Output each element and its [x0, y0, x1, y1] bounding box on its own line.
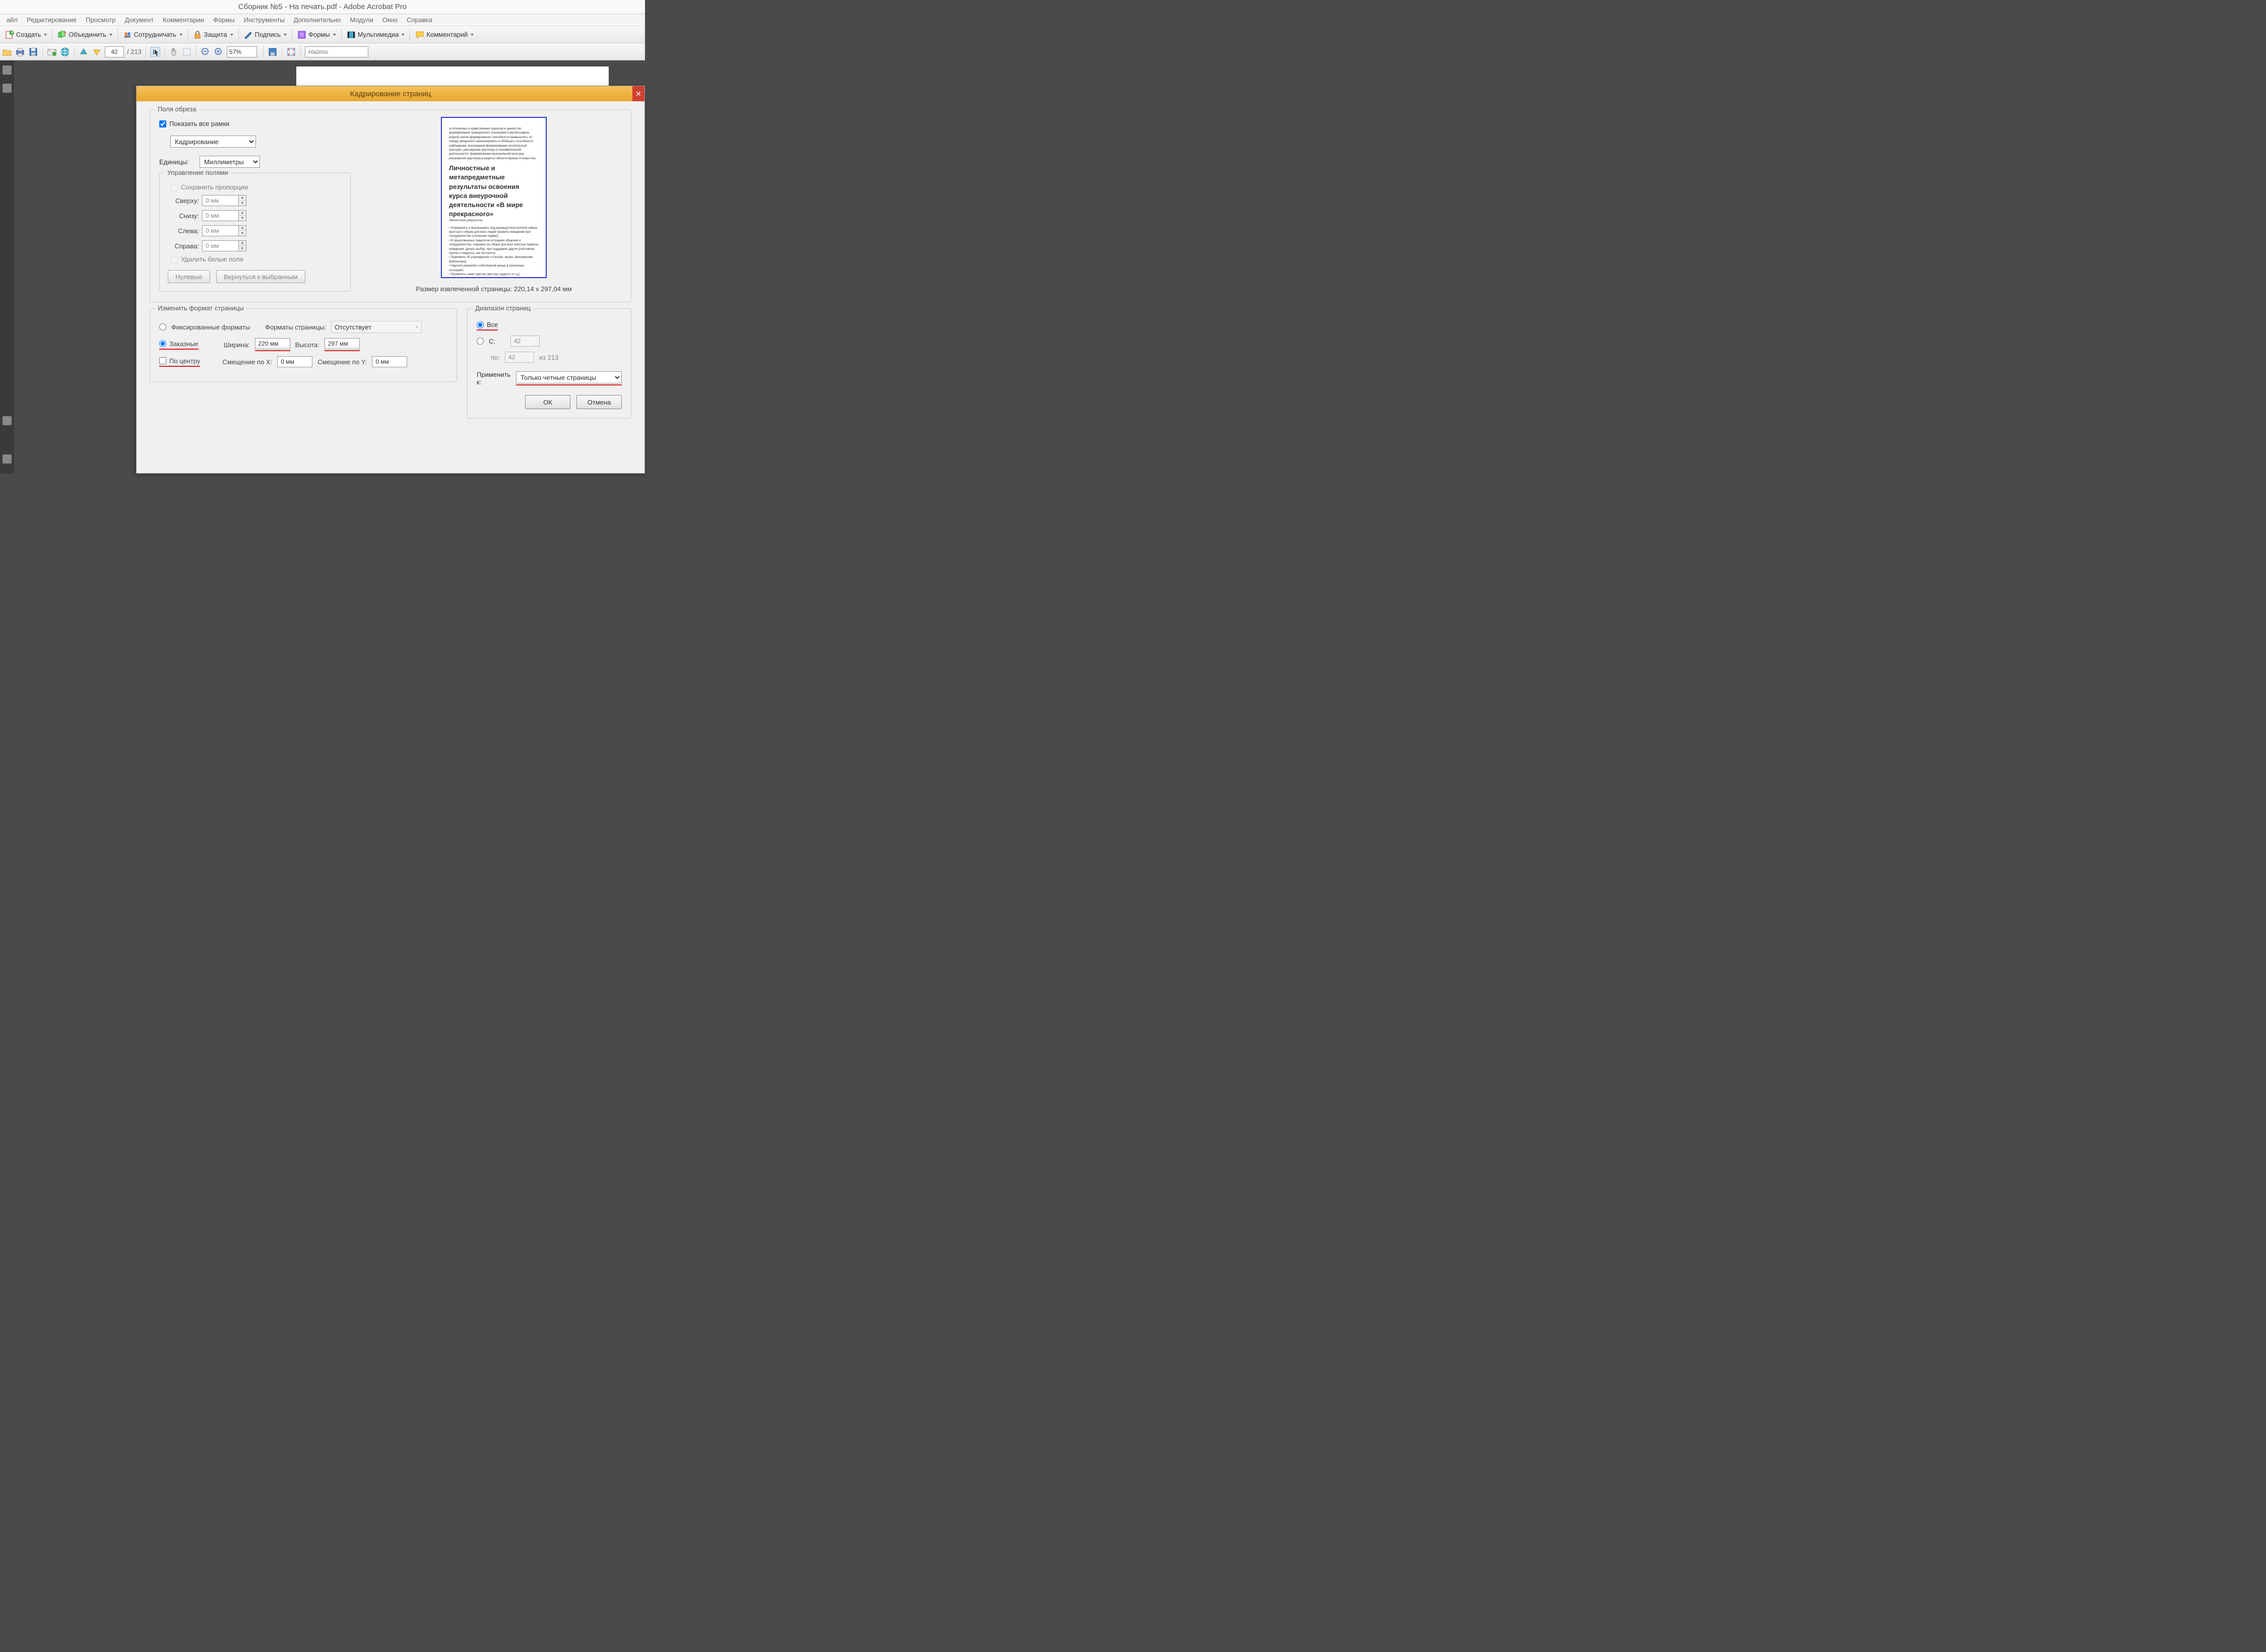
search-input[interactable] — [305, 46, 368, 57]
margin-left-spinner[interactable]: ▲▼ — [202, 225, 246, 236]
multimedia-button[interactable]: Мультимедиа — [344, 29, 408, 41]
show-all-boxes-checkbox[interactable] — [159, 120, 166, 127]
page-preview: эстетических и нравственных идеалов и це… — [441, 117, 547, 278]
open-icon[interactable] — [2, 47, 12, 57]
crop-dialog: Кадрирование страниц ✕ Поля обреза Показ… — [136, 86, 645, 474]
zoom-out-icon[interactable] — [201, 47, 211, 57]
page-down-icon[interactable] — [92, 47, 102, 57]
email-icon[interactable] — [47, 47, 57, 57]
menu-file[interactable]: айл — [2, 15, 22, 25]
margin-bottom-spinner[interactable]: ▲▼ — [202, 210, 246, 221]
margin-top-spinner[interactable]: ▲▼ — [202, 195, 246, 206]
pages-panel-icon[interactable] — [3, 65, 12, 75]
menu-tools[interactable]: Инструменты — [239, 15, 289, 25]
marquee-icon[interactable] — [182, 47, 192, 57]
svg-text:I: I — [153, 48, 155, 56]
dialog-title: Кадрирование страниц — [350, 90, 431, 98]
menu-forms[interactable]: Формы — [209, 15, 239, 25]
collaborate-button[interactable]: Сотрудничать — [120, 29, 185, 41]
fit-icon[interactable] — [286, 47, 296, 57]
menu-plugins[interactable]: Модули — [345, 15, 378, 25]
text-select-icon[interactable]: I — [150, 47, 160, 57]
comment-button[interactable]: Комментарий — [412, 29, 477, 41]
attachments-panel-icon[interactable] — [3, 416, 12, 425]
lock-icon — [193, 30, 202, 39]
menu-edit[interactable]: Редактирование — [22, 15, 81, 25]
zero-button[interactable]: Нулевые — [168, 270, 210, 283]
title-bar: Сборник №5 - На печать.pdf - Adobe Acrob… — [0, 0, 645, 14]
create-button[interactable]: + Создать — [2, 29, 50, 41]
form-icon — [297, 30, 306, 39]
cancel-button[interactable]: Отмена — [576, 395, 622, 409]
page-size-group: Изменить формат страницы Фиксированные ф… — [150, 308, 457, 382]
offset-x-input[interactable] — [277, 356, 312, 367]
signatures-panel-icon[interactable] — [3, 454, 12, 464]
page-range-group: Диапазон страниц Все С: по: — [467, 308, 631, 419]
to-input — [505, 352, 534, 363]
height-input[interactable] — [325, 338, 360, 349]
menu-document[interactable]: Документ — [120, 15, 158, 25]
all-pages-radio[interactable] — [477, 321, 484, 328]
from-input — [510, 336, 540, 347]
center-checkbox[interactable] — [159, 357, 166, 364]
width-input[interactable] — [255, 338, 290, 349]
ok-button[interactable]: ОК — [525, 395, 570, 409]
svg-text:+: + — [10, 30, 14, 36]
sign-button[interactable]: Подпись — [241, 29, 290, 41]
format-select: Отсутствует▾ — [331, 321, 422, 333]
custom-radio[interactable] — [159, 340, 166, 347]
page-input[interactable] — [105, 46, 124, 57]
save-icon[interactable] — [28, 47, 38, 57]
primary-toolbar: + Создать + Объединить Сотрудничать Защи… — [0, 26, 645, 43]
svg-text:+: + — [63, 30, 67, 36]
menu-bar: айл Редактирование Просмотр Документ Ком… — [0, 14, 645, 26]
print-icon[interactable] — [15, 47, 25, 57]
menu-window[interactable]: Окно — [378, 15, 402, 25]
hand-icon[interactable] — [169, 47, 179, 57]
crop-type-select[interactable]: Кадрирование — [170, 136, 256, 148]
page-total: / 213 — [127, 48, 142, 55]
nav-sidebar — [0, 60, 14, 474]
menu-help[interactable]: Справка — [402, 15, 437, 25]
page-up-icon[interactable] — [79, 47, 89, 57]
offset-y-input[interactable] — [372, 356, 407, 367]
extracted-size-label: Размер извлеченной страницы: 220,14 x 29… — [416, 285, 571, 293]
keep-proportions-checkbox — [171, 184, 178, 191]
crop-margins-group: Поля обреза Показать все рамки Кадрирова… — [150, 109, 631, 302]
collaborate-icon — [123, 30, 132, 39]
secondary-toolbar: / 213 I — [0, 43, 645, 60]
save2-icon[interactable] — [268, 47, 278, 57]
margin-right-spinner[interactable]: ▲▼ — [202, 240, 246, 251]
remove-white-checkbox — [171, 256, 178, 263]
menu-comments[interactable]: Комментарии — [158, 15, 209, 25]
zoom-input[interactable] — [227, 46, 257, 57]
bookmarks-panel-icon[interactable] — [3, 84, 12, 93]
from-radio[interactable] — [477, 338, 484, 345]
apply-to-select[interactable]: Только четные страницы — [516, 371, 622, 383]
combine-icon: + — [57, 30, 67, 39]
web-icon[interactable] — [60, 47, 70, 57]
margin-control-group: Управление полями Сохранить пропорции Св… — [159, 173, 351, 292]
menu-view[interactable]: Просмотр — [81, 15, 120, 25]
zoom-in-icon[interactable] — [214, 47, 224, 57]
film-icon — [347, 30, 356, 39]
fixed-radio[interactable] — [159, 323, 166, 331]
forms-button[interactable]: Формы — [294, 29, 339, 41]
pen-icon — [244, 30, 253, 39]
revert-button[interactable]: Вернуться к выбранным — [216, 270, 305, 283]
window-title: Сборник №5 - На печать.pdf - Adobe Acrob… — [238, 3, 407, 11]
dialog-titlebar[interactable]: Кадрирование страниц ✕ — [137, 86, 644, 101]
units-select[interactable]: Миллиметры — [200, 156, 260, 168]
speech-icon — [415, 30, 424, 39]
menu-advanced[interactable]: Дополнительно — [289, 15, 346, 25]
combine-button[interactable]: + Объединить — [54, 29, 115, 41]
close-button[interactable]: ✕ — [632, 86, 644, 101]
protect-button[interactable]: Защита — [190, 29, 236, 41]
pdf-icon: + — [5, 30, 14, 39]
